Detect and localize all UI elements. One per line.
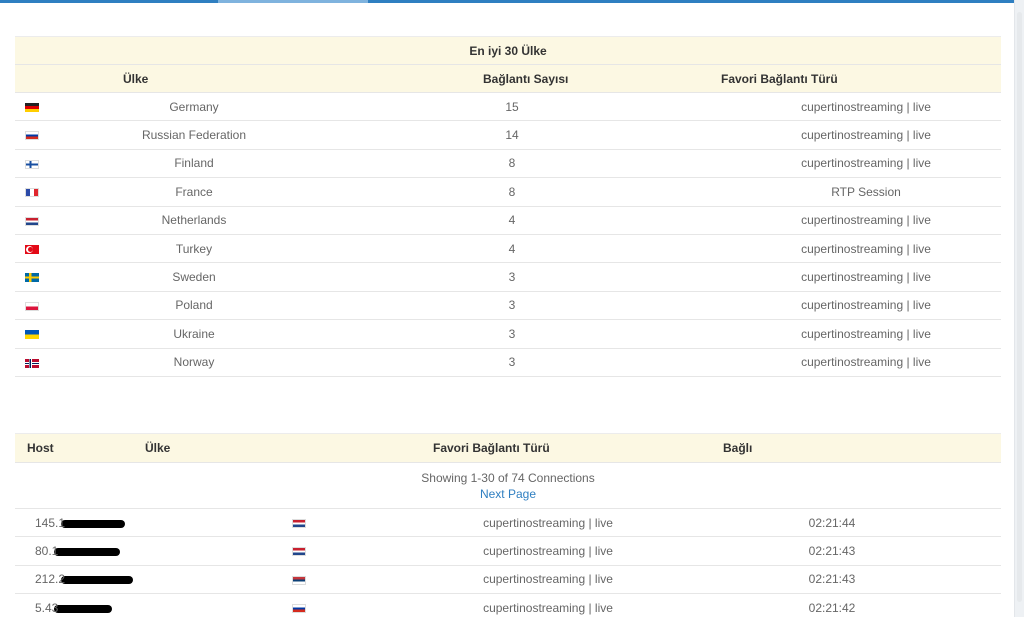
flag-russia-icon [25,131,39,141]
host-ip: 80.1 [35,544,59,559]
redaction-mark [61,576,134,585]
connection-type: cupertinostreaming | live [691,234,1001,264]
flag-finland-icon [25,159,39,169]
country-name: Ukraine [55,319,473,349]
connection-type: cupertinostreaming | live [333,565,723,595]
connection-count: 3 [473,319,691,349]
table-row: France 8 RTP Session [15,177,1001,207]
column-header-country[interactable]: Ülke [145,433,333,463]
country-name: Germany [55,92,473,122]
connected-duration: 02:21:43 [723,536,1001,566]
flag-netherlands-icon [292,547,306,557]
next-page-link[interactable]: Next Page [15,486,1001,502]
vertical-scrollbar[interactable] [1014,0,1024,617]
connected-duration: 02:21:43 [723,565,1001,595]
flag-ukraine-icon [25,330,39,340]
country-name: Norway [55,348,473,377]
top-countries-table: En iyi 30 Ülke Ülke Bağlantı Sayısı Favo… [15,36,1001,377]
host-ip: 5.43 [35,600,59,615]
table-row: 80.1 cupertinostreaming | live 02:21:43 [15,536,1001,566]
table-row: Sweden 3 cupertinostreaming | live [15,262,1001,292]
flag-netherlands-icon [292,519,306,529]
redaction-mark [61,519,126,528]
country-name: France [55,177,473,207]
country-name: Russian Federation [55,120,473,150]
connection-type: cupertinostreaming | live [691,149,1001,179]
connection-count: 14 [473,120,691,150]
connection-count: 8 [473,177,691,207]
table-caption: En iyi 30 Ülke [15,36,1001,65]
table-row: 145.1 cupertinostreaming | live 02:21:44 [15,508,1001,538]
connection-count: 4 [473,206,691,235]
top-accent-bar [0,0,1024,3]
connection-type: cupertinostreaming | live [691,348,1001,377]
table-row: Ukraine 3 cupertinostreaming | live [15,319,1001,349]
column-header-country[interactable]: Ülke [15,64,473,93]
table-row: Finland 8 cupertinostreaming | live [15,149,1001,179]
flag-russia-icon [292,604,306,614]
country-name: Sweden [55,262,473,292]
connection-count: 3 [473,291,691,321]
connection-count: 3 [473,262,691,292]
connection-type: cupertinostreaming | live [691,291,1001,321]
table-row: Netherlands 4 cupertinostreaming | live [15,206,1001,235]
country-name: Netherlands [55,206,473,235]
column-header-type[interactable]: Favori Bağlantı Türü [333,433,723,463]
flag-norway-icon [25,358,39,368]
connections-table: Host Ülke Favori Bağlantı Türü Bağlı Sho… [15,433,1001,617]
connection-type: cupertinostreaming | live [691,206,1001,235]
flag-france-icon [25,188,39,198]
connection-count: 3 [473,348,691,377]
connection-type: cupertinostreaming | live [691,262,1001,292]
column-header-host[interactable]: Host [15,433,145,463]
connection-type: cupertinostreaming | live [333,593,723,617]
country-name: Poland [55,291,473,321]
connected-duration: 02:21:44 [723,508,1001,538]
country-name: Turkey [55,234,473,264]
flag-serbia-icon [292,575,306,585]
table-row: 212.2 cupertinostreaming | live 02:21:43 [15,565,1001,595]
connected-duration: 02:21:42 [723,593,1001,617]
flag-germany-icon [25,103,39,113]
scrollbar-thumb[interactable] [1017,12,1022,602]
flag-sweden-icon [25,273,39,283]
redaction-mark [54,547,121,556]
flag-netherlands-icon [25,216,39,226]
table-row: 5.43 cupertinostreaming | live 02:21:42 [15,593,1001,617]
connection-type: cupertinostreaming | live [333,536,723,566]
flag-poland-icon [25,301,39,311]
column-header-type[interactable]: Favori Bağlantı Türü [691,64,1001,93]
connection-count: 8 [473,149,691,179]
connection-count: 15 [473,92,691,122]
table-row: Russian Federation 14 cupertinostreaming… [15,120,1001,150]
table-row: Germany 15 cupertinostreaming | live [15,92,1001,122]
connection-type: cupertinostreaming | live [691,319,1001,349]
connection-type: cupertinostreaming | live [691,120,1001,150]
connection-type: cupertinostreaming | live [691,92,1001,122]
table-row: Turkey 4 cupertinostreaming | live [15,234,1001,264]
column-header-count[interactable]: Bağlantı Sayısı [473,64,691,93]
connection-type: cupertinostreaming | live [333,508,723,538]
flag-turkey-icon [25,244,39,254]
connection-count: 4 [473,234,691,264]
active-tab-indicator [218,0,368,3]
pagination-summary: Showing 1-30 of 74 Connections [421,470,595,485]
connection-type: RTP Session [691,177,1001,207]
column-header-connected[interactable]: Bağlı [723,433,1001,463]
redaction-mark [54,604,113,613]
table-row: Poland 3 cupertinostreaming | live [15,291,1001,321]
host-ip: 212.2 [35,572,66,587]
host-ip: 145.1 [35,515,66,530]
country-name: Finland [55,149,473,179]
table-row: Norway 3 cupertinostreaming | live [15,348,1001,377]
